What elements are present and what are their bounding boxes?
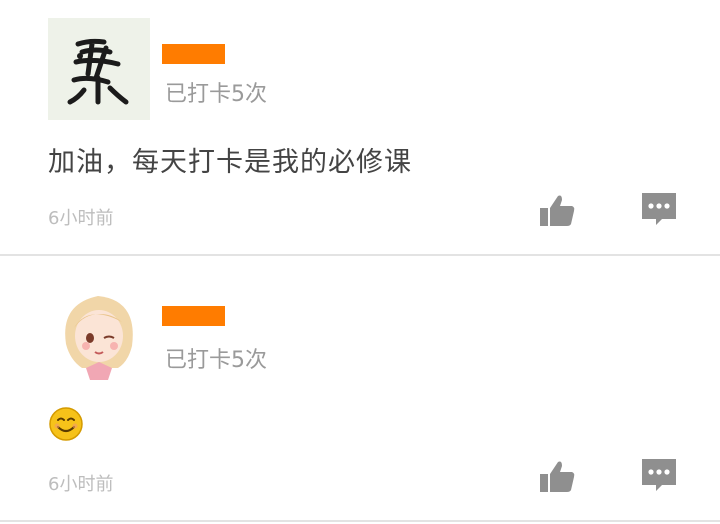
post-item-2: 已打卡5次 6小时前 xyxy=(0,256,720,522)
thumbs-up-icon xyxy=(540,195,575,226)
smiling-emoji-icon xyxy=(48,406,84,442)
like-button[interactable] xyxy=(538,458,576,496)
comment-button[interactable] xyxy=(640,191,678,227)
user-avatar-cartoon[interactable] xyxy=(48,284,150,386)
post-timestamp: 6小时前 xyxy=(48,474,114,495)
user-avatar-calligraphy[interactable] xyxy=(48,18,150,120)
comment-bubble-icon xyxy=(642,193,676,225)
username-redacted xyxy=(162,44,225,64)
comment-bubble-icon xyxy=(642,459,676,491)
checkin-count: 已打卡5次 xyxy=(165,82,267,107)
post-item-1: 已打卡5次 加油，每天打卡是我的必修课 6小时前 xyxy=(0,0,720,254)
comment-button[interactable] xyxy=(640,457,678,493)
post-divider xyxy=(0,520,720,522)
checkin-count: 已打卡5次 xyxy=(165,348,267,373)
thumbs-up-icon xyxy=(540,461,575,492)
calligraphy-avatar-icon xyxy=(48,18,150,120)
cartoon-girl-avatar-icon xyxy=(48,284,150,386)
post-timestamp: 6小时前 xyxy=(48,208,114,229)
like-button[interactable] xyxy=(538,192,576,230)
post-content: 加油，每天打卡是我的必修课 xyxy=(48,147,412,178)
username-redacted xyxy=(162,306,225,326)
